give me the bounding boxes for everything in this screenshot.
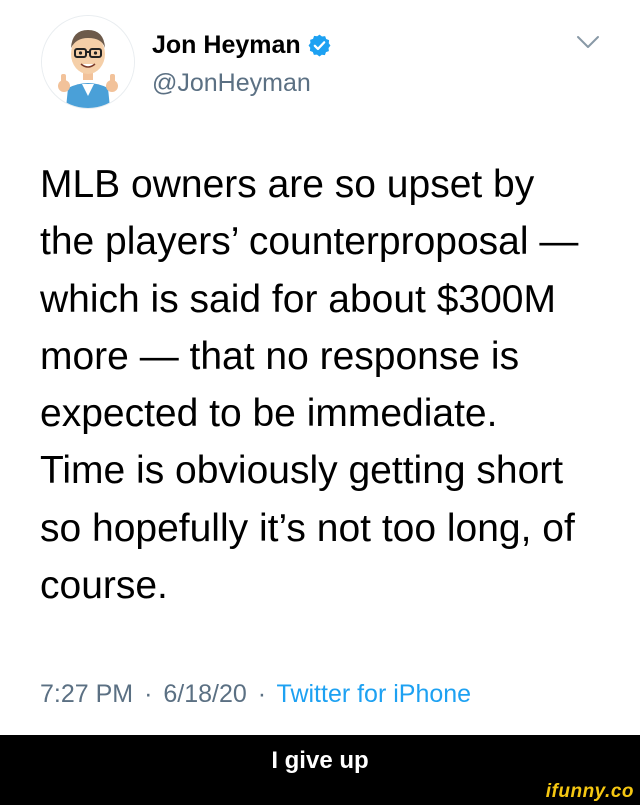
tweet-meta: 7:27 PM · 6/18/20 · Twitter for iPhone	[40, 675, 471, 713]
tweet-text: MLB owners are so upset by the players’ …	[40, 156, 610, 614]
author-handle[interactable]: @JonHeyman	[152, 68, 311, 98]
meta-separator: ·	[257, 680, 267, 708]
meme-caption: I give up	[271, 747, 369, 774]
chevron-down-icon[interactable]	[574, 32, 602, 52]
tweet-text-line: course.	[40, 564, 168, 608]
tweet-date[interactable]: 6/18/20	[163, 680, 246, 708]
tweet-text-line: so hopefully it’s not too long, of	[40, 506, 575, 550]
tweet-text-line: expected to be immediate.	[40, 392, 498, 436]
ifunny-watermark: ifunny.co	[545, 781, 634, 802]
author-display-name[interactable]: Jon Heyman	[152, 29, 301, 61]
caption-bar: I give up ifunny.co	[0, 735, 640, 805]
tweet-time[interactable]: 7:27 PM	[40, 680, 133, 708]
tweet-text-line: MLB owners are so upset by	[40, 163, 535, 206]
verified-badge-icon	[308, 34, 331, 56]
author-name-row[interactable]: Jon Heyman	[152, 29, 332, 61]
avatar[interactable]	[42, 16, 134, 108]
tweet-card: Jon Heyman @JonHeyman MLB owners are so …	[0, 0, 640, 735]
tweet-text-line: which is said for about $300M	[40, 277, 556, 321]
tweet-source-link[interactable]: Twitter for iPhone	[277, 680, 472, 708]
tweet-text-line: more — that no response is	[40, 334, 520, 378]
meta-separator: ·	[144, 680, 153, 708]
cartoon-avatar-icon	[42, 16, 134, 108]
tweet-text-line: the players’ counterproposal —	[40, 220, 579, 264]
tweet-text-line: Time is obviously getting short	[40, 449, 564, 493]
